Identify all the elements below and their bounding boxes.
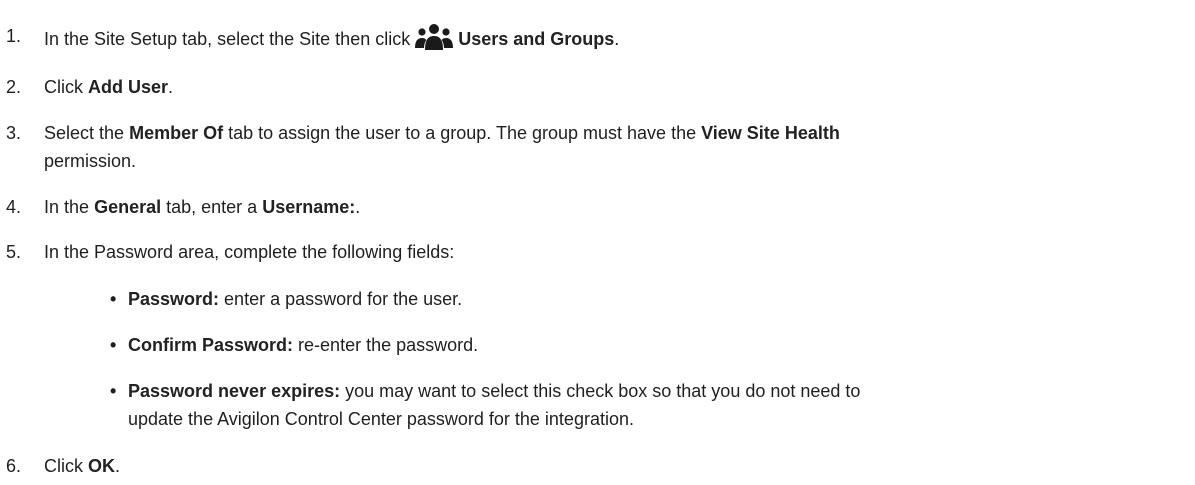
member-of-label: Member Of — [129, 123, 224, 143]
step-number: 3. — [6, 123, 22, 143]
punctuation: . — [115, 456, 121, 476]
general-tab-label: General — [94, 197, 162, 217]
password-never-expires-desc: you may want to select this check box so… — [345, 381, 861, 401]
step-number: 1. — [6, 26, 22, 46]
username-label: Username: — [262, 197, 356, 217]
bullet-text-continuation: update the Avigilon Control Center passw… — [128, 409, 634, 429]
step-3-continuation: permission. — [44, 151, 137, 171]
users-and-groups-label: Users and Groups — [458, 29, 615, 49]
step-number: 4. — [6, 197, 22, 217]
step-2-text: Click — [44, 77, 83, 97]
step-text: In the Site Setup tab, select the Site t… — [44, 22, 1192, 53]
step-4-text-b: tab, enter a — [166, 197, 258, 217]
step-1-text: In the Site Setup tab, select the Site t… — [44, 29, 411, 49]
step-3-text-b: tab to assign the user to a group. The g… — [228, 123, 697, 143]
confirm-password-desc: re-enter the password. — [298, 335, 479, 355]
password-label: Password: — [128, 289, 220, 309]
view-site-health-label: View Site Health — [701, 123, 840, 143]
punctuation: . — [168, 77, 174, 97]
bullet-text: Password: enter a password for the user. — [128, 285, 1188, 313]
bullet-icon: • — [110, 335, 117, 355]
step-6-text: Click — [44, 456, 83, 476]
bullet-icon: • — [110, 289, 117, 309]
punctuation: . — [355, 197, 361, 217]
step-text: Select the Member Of tab to assign the u… — [44, 119, 1192, 147]
step-3-text-a: Select the — [44, 123, 125, 143]
step-number: 6. — [6, 456, 22, 476]
password-never-expires-label: Password never expires: — [128, 381, 341, 401]
step-text: Click OK. — [44, 452, 1192, 480]
step-text: In the Password area, complete the follo… — [44, 242, 455, 262]
bullet-text: Confirm Password: re-enter the password. — [128, 331, 1188, 359]
users-group-icon — [415, 24, 454, 50]
bullet-icon: • — [110, 381, 117, 401]
password-desc: enter a password for the user. — [224, 289, 463, 309]
step-4-text-a: In the — [44, 197, 90, 217]
step-text: Click Add User. — [44, 73, 1192, 101]
step-text: In the General tab, enter a Username:. — [44, 193, 1192, 221]
punctuation: . — [614, 29, 620, 49]
add-user-label: Add User — [88, 77, 169, 97]
step-number: 5. — [6, 242, 22, 262]
confirm-password-label: Confirm Password: — [128, 335, 294, 355]
ok-label: OK — [88, 456, 116, 476]
step-number: 2. — [6, 77, 22, 97]
bullet-text: Password never expires: you may want to … — [128, 377, 1188, 405]
